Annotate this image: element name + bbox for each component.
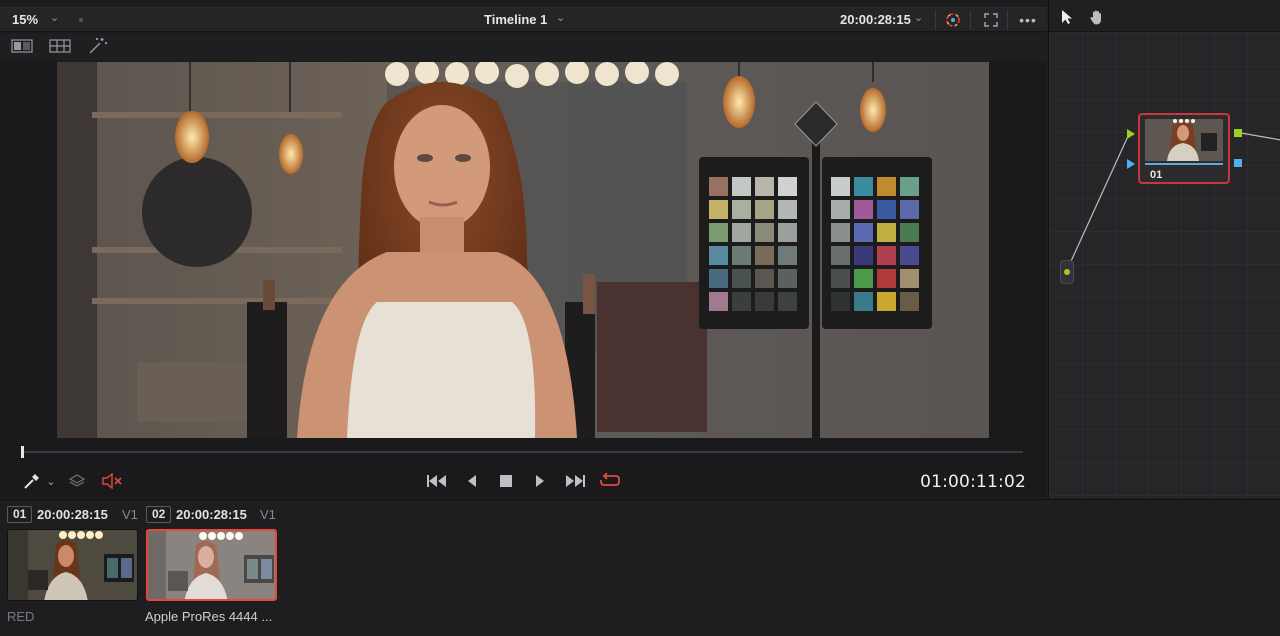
clip-thumbnail[interactable] [146, 529, 277, 601]
magic-wand-icon[interactable] [87, 37, 109, 55]
clip-thumbnail[interactable] [7, 529, 138, 601]
eyedropper-chevron-down-icon[interactable]: ⌄ [44, 473, 58, 489]
color-wheel-icon[interactable] [943, 10, 963, 30]
viewer-header: 15% ⌄ Timeline 1 ⌄ 20:00:28:15 ⌄ ••• [0, 8, 1047, 32]
skip-to-end-icon[interactable] [563, 472, 587, 490]
fullscreen-icon[interactable] [982, 11, 1000, 29]
clips-timeline: 01 20:00:28:15 V1 RED 02 20:00:28:15 V1 … [0, 499, 1280, 636]
playhead[interactable] [21, 446, 24, 458]
gallery-grid-icon[interactable] [49, 38, 71, 54]
clip-number: 01 [7, 506, 33, 523]
clip-track: V1 [122, 507, 138, 522]
clip-number: 02 [146, 506, 172, 523]
node-alpha-output[interactable] [1234, 159, 1242, 167]
divider [1007, 11, 1008, 29]
viewer-toolbar [0, 33, 1047, 61]
node-rgb-input[interactable] [1127, 129, 1135, 139]
stop-icon[interactable] [497, 472, 515, 490]
divider [970, 11, 971, 29]
clip-codec-name: RED [7, 609, 35, 624]
playback-timecode[interactable]: 01:00:11:02 [920, 472, 1026, 492]
clip-timecode: 20:00:28:15 [176, 507, 247, 522]
zoom-level[interactable]: 15% [12, 12, 38, 27]
layers-icon[interactable] [67, 472, 87, 490]
viewer-panel: 15% ⌄ Timeline 1 ⌄ 20:00:28:15 ⌄ ••• ⌄ 0… [0, 0, 1047, 498]
zoom-chevron-down-icon[interactable]: ⌄ [50, 11, 59, 24]
step-back-icon[interactable] [463, 472, 481, 490]
clip-item[interactable]: 01 20:00:28:15 V1 RED [0, 500, 140, 636]
node-rgb-output[interactable] [1234, 129, 1242, 137]
dot-indicator-icon [79, 18, 83, 22]
clip-timecode: 20:00:28:15 [37, 507, 108, 522]
mute-icon[interactable] [100, 472, 124, 490]
clip-item-selected[interactable]: 02 20:00:28:15 V1 Apple ProRes 4444 ... [140, 500, 280, 636]
source-timecode[interactable]: 20:00:28:15 [840, 12, 911, 27]
timeline-chevron-down-icon[interactable]: ⌄ [556, 11, 565, 24]
clip-codec-name: Apple ProRes 4444 ... [145, 609, 273, 624]
node-thumbnail [1145, 119, 1223, 161]
timeline-title[interactable]: Timeline 1 [484, 12, 547, 27]
node-label: 01 [1150, 169, 1163, 181]
source-input-node[interactable] [1060, 260, 1074, 284]
video-frame[interactable] [57, 62, 989, 438]
clip-track: V1 [260, 507, 276, 522]
skip-to-start-icon[interactable] [425, 472, 449, 490]
eyedropper-icon[interactable] [22, 472, 42, 490]
scrubber-track[interactable] [22, 451, 1023, 453]
node-graph-panel[interactable]: 01 [1048, 0, 1280, 498]
transport-bar: ⌄ 01:00:11:02 [0, 466, 1047, 496]
top-strip [0, 0, 1047, 8]
play-icon[interactable] [531, 472, 549, 490]
node-alpha-input[interactable] [1127, 159, 1135, 169]
corrector-node[interactable]: 01 [1138, 113, 1230, 184]
timecode-chevron-down-icon[interactable]: ⌄ [914, 11, 923, 24]
node-bar [1145, 163, 1223, 165]
resolve-color-page: 15% ⌄ Timeline 1 ⌄ 20:00:28:15 ⌄ ••• ⌄ 0… [0, 0, 1280, 636]
more-options-icon[interactable]: ••• [1016, 11, 1040, 29]
divider [935, 11, 936, 29]
loop-icon[interactable] [598, 471, 622, 491]
node-connections [1066, 132, 1280, 271]
split-view-icon[interactable] [11, 38, 33, 54]
